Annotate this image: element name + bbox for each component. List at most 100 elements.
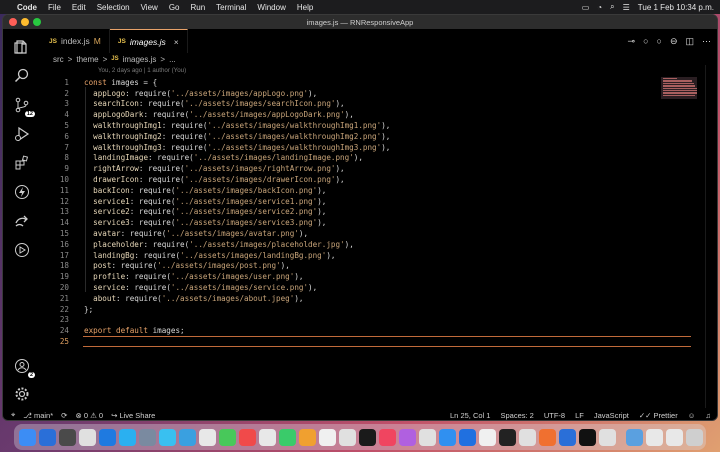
dock-app-icon[interactable] (319, 428, 336, 446)
code-line[interactable]: 11 backIcon: require('../assets/images/b… (41, 185, 661, 196)
git-compare-icon[interactable]: ⊸ (628, 36, 636, 47)
dock-app-icon[interactable] (119, 428, 136, 446)
code-line[interactable]: 10 drawerIcon: require('../assets/images… (41, 174, 661, 185)
dock-app-icon[interactable] (59, 428, 76, 446)
close-tab-icon[interactable]: × (174, 37, 179, 47)
code-line[interactable]: 14 service3: require('../assets/images/s… (41, 217, 661, 228)
code-line[interactable]: 12 service1: require('../assets/images/s… (41, 196, 661, 207)
code-line[interactable]: 24 export default images; (41, 325, 661, 336)
dock-app-icon[interactable] (626, 428, 643, 446)
dock-app-icon[interactable] (439, 428, 456, 446)
dock-app-icon[interactable] (99, 428, 116, 446)
branch-indicator[interactable]: ⎇ main* (23, 411, 53, 420)
dock-app-icon[interactable] (479, 428, 496, 446)
code-line[interactable]: 9 rightArrow: require('../assets/images/… (41, 163, 661, 174)
breadcrumb-file[interactable]: images.js (123, 55, 157, 64)
search-icon[interactable] (14, 68, 30, 84)
dock-app-icon[interactable] (19, 428, 36, 446)
breadcrumb-src[interactable]: src (53, 55, 64, 64)
dock-app-icon[interactable] (359, 428, 376, 446)
code-line[interactable]: 20 service: require('../assets/images/se… (41, 282, 661, 293)
code-line[interactable]: 19 profile: require('../assets/images/us… (41, 271, 661, 282)
close-window-button[interactable] (9, 18, 17, 26)
live-share-button[interactable]: ↪ Live Share (111, 411, 155, 420)
menu-help[interactable]: Help (297, 3, 313, 12)
source-control-icon[interactable]: 12 (14, 97, 35, 117)
code-line[interactable]: 8 landingImage: require('../assets/image… (41, 153, 661, 164)
code-line[interactable]: 25 (41, 336, 691, 347)
dock-app-icon[interactable] (579, 428, 596, 446)
dock-app-icon[interactable] (79, 428, 96, 446)
sync-icon[interactable]: ⟳ (61, 411, 67, 420)
dock-app-icon[interactable] (686, 428, 703, 446)
lightning-icon[interactable] (14, 184, 30, 200)
menu-terminal[interactable]: Terminal (216, 3, 246, 12)
dock-app-icon[interactable] (139, 428, 156, 446)
live-share-icon[interactable] (14, 213, 30, 229)
dock-app-icon[interactable] (666, 428, 683, 446)
menu-run[interactable]: Run (190, 3, 205, 12)
code-line[interactable]: 22}; (41, 304, 661, 315)
dock-app-icon[interactable] (259, 428, 276, 446)
code-line[interactable]: 7 walkthroughImg3: require('../assets/im… (41, 142, 661, 153)
search-icon[interactable]: ⌕ (610, 2, 614, 12)
run-debug-icon[interactable] (14, 126, 30, 142)
minimap[interactable] (661, 77, 698, 99)
open-changes-icon[interactable]: ⊖ (670, 36, 678, 47)
accounts-icon[interactable]: 2 (14, 358, 35, 378)
code-line[interactable]: 1 const images = { (41, 77, 661, 88)
code-line[interactable]: 3 searchIcon: require('../assets/images/… (41, 99, 661, 110)
breadcrumb-theme[interactable]: theme (76, 55, 98, 64)
code-line[interactable]: 23 (41, 315, 661, 326)
dock-app-icon[interactable] (559, 428, 576, 446)
dock-app-icon[interactable] (39, 428, 56, 446)
code-line[interactable]: 4 appLogoDark: require('../assets/images… (41, 109, 661, 120)
menubar-clock[interactable]: Tue 1 Feb 10:34 p.m. (638, 3, 714, 12)
code-line[interactable]: 6 walkthroughImg2: require('../assets/im… (41, 131, 661, 142)
zoom-window-button[interactable] (33, 18, 41, 26)
dock-app-icon[interactable] (239, 428, 256, 446)
language-mode[interactable]: JavaScript (594, 411, 629, 420)
notifications-icon[interactable]: ♫ (705, 411, 711, 420)
code-line[interactable]: 16 placeholder: require('../assets/image… (41, 239, 661, 250)
tab-index-js[interactable]: JS index.js M (41, 29, 110, 53)
dock-app-icon[interactable] (159, 428, 176, 446)
codelens-blame[interactable]: You, 2 days ago | 1 author (You) (98, 67, 186, 74)
code-line[interactable]: 17 landingBg: require('../assets/images/… (41, 250, 661, 261)
menu-window[interactable]: Window (257, 3, 285, 12)
menu-code[interactable]: Code (17, 3, 37, 12)
dock-app-icon[interactable] (499, 428, 516, 446)
dock-app-icon[interactable] (299, 428, 316, 446)
code-editor[interactable]: You, 2 days ago | 1 author (You) 1 const … (41, 65, 717, 408)
problems-indicator[interactable]: ⊗ 0 ⚠ 0 (75, 411, 103, 420)
tab-images-js[interactable]: JS images.js × (109, 29, 188, 53)
menu-view[interactable]: View (141, 3, 158, 12)
dock-app-icon[interactable] (646, 428, 663, 446)
dock-app-icon[interactable] (219, 428, 236, 446)
menu-selection[interactable]: Selection (97, 3, 130, 12)
feedback-icon[interactable]: ☺ (688, 411, 696, 420)
battery-icon[interactable]: ▭ (582, 3, 590, 12)
more-actions-icon[interactable]: ⋯ (702, 36, 711, 47)
dock-app-icon[interactable] (519, 428, 536, 446)
encoding[interactable]: UTF-8 (544, 411, 565, 420)
dock-app-icon[interactable] (599, 428, 616, 446)
prettier-status[interactable]: ✓✓ Prettier (639, 411, 678, 420)
dock-app-icon[interactable] (539, 428, 556, 446)
breadcrumb-symbol[interactable]: ... (169, 55, 176, 64)
settings-gear-icon[interactable] (14, 386, 30, 402)
minimize-window-button[interactable] (21, 18, 29, 26)
code-line[interactable]: 2 appLogo: require('../assets/images/app… (41, 88, 661, 99)
extensions-icon[interactable] (14, 155, 30, 171)
menu-edit[interactable]: Edit (72, 3, 86, 12)
explorer-icon[interactable] (14, 39, 30, 55)
remote-explorer-icon[interactable] (14, 242, 30, 258)
code-line[interactable]: 13 service2: require('../assets/images/s… (41, 207, 661, 218)
dock-app-icon[interactable] (459, 428, 476, 446)
dock-app-icon[interactable] (379, 428, 396, 446)
dock-app-icon[interactable] (339, 428, 356, 446)
wifi-icon[interactable]: ◔ (597, 3, 602, 12)
dock-app-icon[interactable] (419, 428, 436, 446)
control-center-icon[interactable]: ☰ (623, 3, 630, 12)
code-line[interactable]: 5 walkthroughImg1: require('../assets/im… (41, 120, 661, 131)
